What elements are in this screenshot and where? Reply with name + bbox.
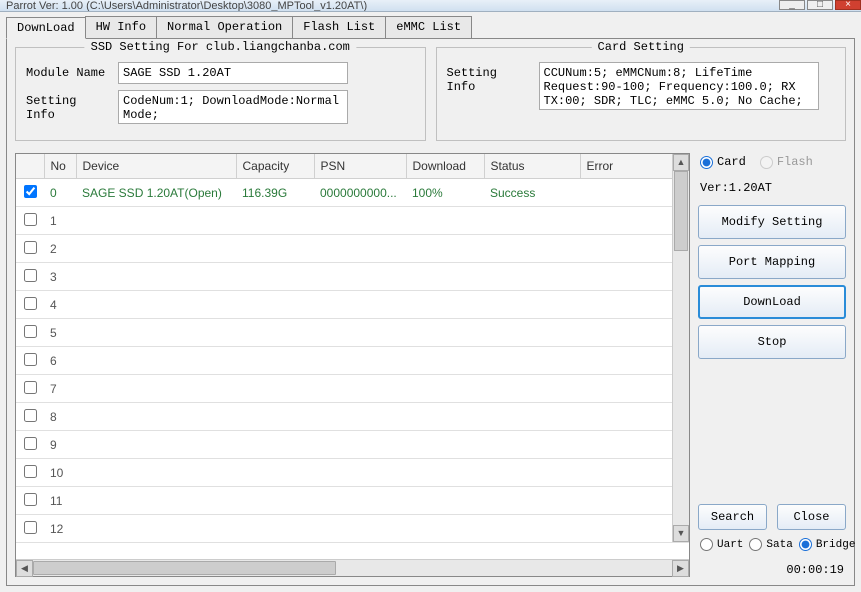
iface-uart-radio[interactable]: Uart [700, 538, 743, 551]
row-checkbox[interactable] [24, 381, 37, 394]
col-Capacity[interactable]: Capacity [236, 154, 314, 179]
col-Status[interactable]: Status [484, 154, 580, 179]
row-checkbox[interactable] [24, 353, 37, 366]
table-row[interactable]: 1 [16, 207, 689, 235]
app-window: Parrot Ver: 1.00 (C:\Users\Administrator… [0, 0, 861, 592]
table-row[interactable]: 11 [16, 487, 689, 515]
ssd-group-legend: SSD Setting For club.liangchanba.com [85, 40, 356, 54]
col-Device[interactable]: Device [76, 154, 236, 179]
row-checkbox[interactable] [24, 465, 37, 478]
minimize-button[interactable]: _ [779, 0, 805, 10]
card-group-legend: Card Setting [592, 40, 690, 54]
tabs: DownLoadHW InfoNormal OperationFlash Lis… [6, 16, 855, 38]
iface-bridge-radio[interactable]: Bridge [799, 538, 856, 551]
modify-setting-button[interactable]: Modify Setting [698, 205, 846, 239]
table-row[interactable]: 10 [16, 459, 689, 487]
table-row[interactable]: 6 [16, 347, 689, 375]
table-row[interactable]: 12 [16, 515, 689, 543]
col-Download[interactable]: Download [406, 154, 484, 179]
stop-button[interactable]: Stop [698, 325, 846, 359]
table-row[interactable]: 3 [16, 263, 689, 291]
download-button[interactable]: DownLoad [698, 285, 846, 319]
table-row[interactable]: 2 [16, 235, 689, 263]
row-checkbox[interactable] [24, 213, 37, 226]
iface-sata-radio[interactable]: Sata [749, 538, 792, 551]
card-setting-group: Card Setting Setting Info CCUNum:5; eMMC… [436, 47, 847, 141]
ssd-setting-group: SSD Setting For club.liangchanba.com Mod… [15, 47, 426, 141]
vertical-scrollbar[interactable]: ▲ ▼ [672, 154, 689, 542]
tab-normal-operation[interactable]: Normal Operation [156, 16, 293, 38]
row-checkbox[interactable] [24, 409, 37, 422]
tab-download-panel: SSD Setting For club.liangchanba.com Mod… [6, 38, 855, 586]
mode-card-radio[interactable]: Card [700, 155, 746, 169]
side-panel: Card Flash Ver:1.20AT Modify Setting Por… [698, 153, 846, 577]
card-setting-info-text[interactable]: CCUNum:5; eMMCNum:8; LifeTime Request:90… [539, 62, 819, 110]
module-name-label: Module Name [26, 62, 112, 80]
table-row[interactable]: 7 [16, 375, 689, 403]
table-row[interactable]: 9 [16, 431, 689, 459]
vscroll-thumb[interactable] [674, 171, 688, 251]
horizontal-scrollbar[interactable]: ◀ ▶ [16, 559, 689, 576]
table-row[interactable]: 0SAGE SSD 1.20AT(Open)116.39G0000000000.… [16, 179, 689, 207]
row-checkbox[interactable] [24, 269, 37, 282]
card-setting-info-label: Setting Info [447, 62, 533, 94]
tab-flash-list[interactable]: Flash List [292, 16, 386, 38]
col-check[interactable] [16, 154, 44, 179]
device-table: NoDeviceCapacityPSNDownloadStatusError 0… [16, 154, 689, 543]
tab-download[interactable]: DownLoad [6, 17, 86, 39]
timer: 00:00:19 [698, 561, 846, 577]
row-checkbox[interactable] [24, 297, 37, 310]
table-row[interactable]: 5 [16, 319, 689, 347]
scroll-up-icon[interactable]: ▲ [673, 154, 689, 171]
row-checkbox[interactable] [24, 325, 37, 338]
scroll-left-icon[interactable]: ◀ [16, 560, 33, 577]
row-checkbox[interactable] [24, 185, 37, 198]
module-name-input[interactable] [118, 62, 348, 84]
col-No[interactable]: No [44, 154, 76, 179]
mode-flash-radio[interactable]: Flash [760, 155, 813, 169]
version-label: Ver:1.20AT [698, 179, 846, 199]
table-row[interactable]: 8 [16, 403, 689, 431]
scroll-down-icon[interactable]: ▼ [673, 525, 689, 542]
tab-hw-info[interactable]: HW Info [85, 16, 157, 38]
scroll-right-icon[interactable]: ▶ [672, 560, 689, 577]
ssd-setting-info-text[interactable]: CodeNum:1; DownloadMode:Normal Mode; [118, 90, 348, 124]
row-checkbox[interactable] [24, 241, 37, 254]
device-table-container: NoDeviceCapacityPSNDownloadStatusError 0… [15, 153, 690, 577]
search-button[interactable]: Search [698, 504, 767, 530]
ssd-setting-info-label: Setting Info [26, 90, 112, 122]
window-title: Parrot Ver: 1.00 (C:\Users\Administrator… [6, 0, 367, 12]
row-checkbox[interactable] [24, 493, 37, 506]
close-window-button[interactable]: × [835, 0, 861, 10]
row-checkbox[interactable] [24, 437, 37, 450]
titlebar: Parrot Ver: 1.00 (C:\Users\Administrator… [0, 0, 861, 12]
table-row[interactable]: 4 [16, 291, 689, 319]
tab-emmc-list[interactable]: eMMC List [385, 16, 472, 38]
row-checkbox[interactable] [24, 521, 37, 534]
hscroll-thumb[interactable] [33, 561, 336, 575]
maximize-button[interactable]: □ [807, 0, 833, 10]
port-mapping-button[interactable]: Port Mapping [698, 245, 846, 279]
close-button[interactable]: Close [777, 504, 846, 530]
col-PSN[interactable]: PSN [314, 154, 406, 179]
